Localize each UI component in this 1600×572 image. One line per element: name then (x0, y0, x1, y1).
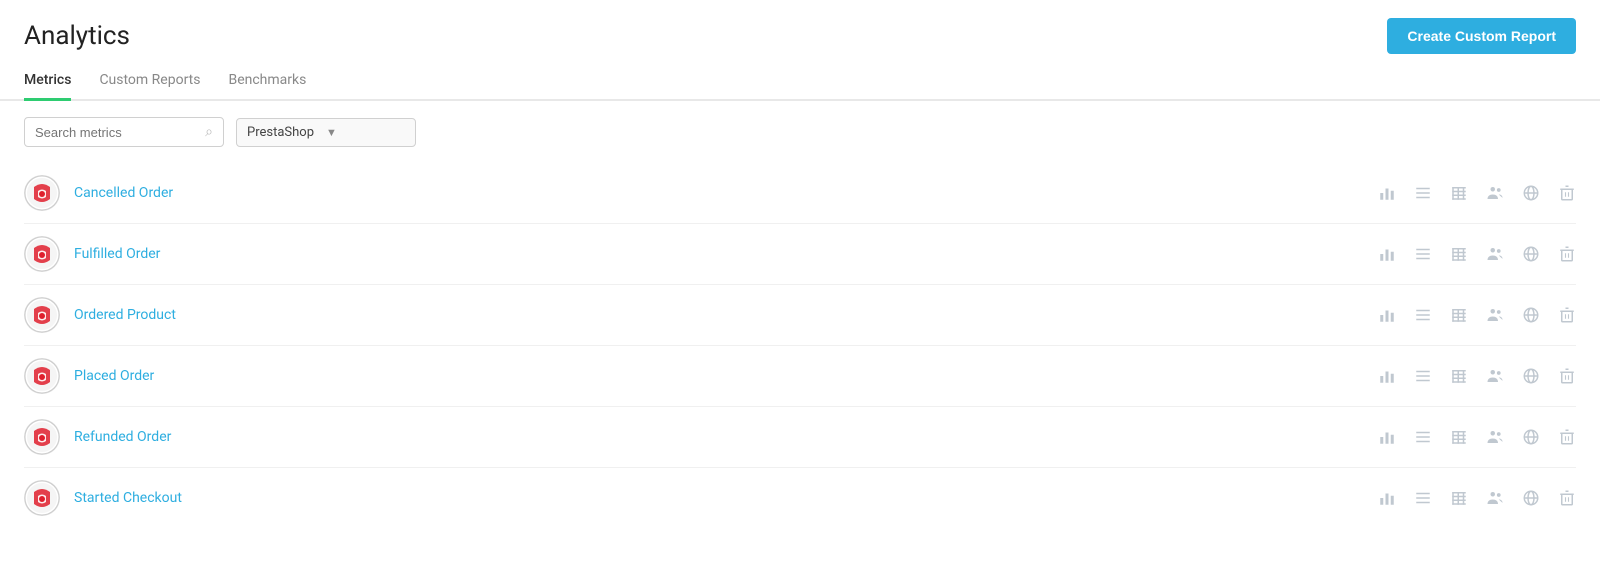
tab-custom-reports[interactable]: Custom Reports (99, 62, 200, 101)
search-input[interactable] (35, 125, 201, 140)
tab-benchmarks[interactable]: Benchmarks (228, 62, 306, 101)
table-icon[interactable] (1450, 245, 1468, 263)
tab-metrics[interactable]: Metrics (24, 62, 71, 101)
list-icon[interactable] (1414, 428, 1432, 446)
avatar (24, 419, 60, 455)
metric-actions (1378, 489, 1576, 507)
globe-icon[interactable] (1522, 184, 1540, 202)
prestashop-logo-icon (24, 297, 60, 333)
metrics-list: Cancelled Order (0, 163, 1600, 528)
page-header: Analytics Create Custom Report (0, 0, 1600, 54)
list-icon[interactable] (1414, 306, 1432, 324)
chevron-down-icon: ▼ (326, 126, 405, 139)
globe-icon[interactable] (1522, 428, 1540, 446)
metric-name[interactable]: Refunded Order (74, 429, 1378, 445)
prestashop-logo-icon (24, 480, 60, 516)
table-icon[interactable] (1450, 367, 1468, 385)
delete-icon[interactable] (1558, 184, 1576, 202)
users-icon[interactable] (1486, 489, 1504, 507)
users-icon[interactable] (1486, 367, 1504, 385)
metric-name[interactable]: Ordered Product (74, 307, 1378, 323)
table-icon[interactable] (1450, 489, 1468, 507)
bar-chart-icon[interactable] (1378, 245, 1396, 263)
page-title: Analytics (24, 21, 130, 51)
table-row: Started Checkout (24, 468, 1576, 528)
bar-chart-icon[interactable] (1378, 306, 1396, 324)
metric-actions (1378, 184, 1576, 202)
prestashop-logo-icon (24, 236, 60, 272)
delete-icon[interactable] (1558, 245, 1576, 263)
table-icon[interactable] (1450, 428, 1468, 446)
bar-chart-icon[interactable] (1378, 367, 1396, 385)
avatar (24, 297, 60, 333)
delete-icon[interactable] (1558, 428, 1576, 446)
users-icon[interactable] (1486, 306, 1504, 324)
globe-icon[interactable] (1522, 245, 1540, 263)
avatar (24, 236, 60, 272)
users-icon[interactable] (1486, 428, 1504, 446)
search-icon: ⌕ (205, 124, 213, 140)
users-icon[interactable] (1486, 184, 1504, 202)
list-icon[interactable] (1414, 184, 1432, 202)
table-row: Refunded Order (24, 407, 1576, 468)
platform-dropdown[interactable]: PrestaShop ▼ (236, 118, 416, 147)
metric-name[interactable]: Fulfilled Order (74, 246, 1378, 262)
prestashop-logo-icon (24, 358, 60, 394)
avatar (24, 480, 60, 516)
metric-name[interactable]: Started Checkout (74, 490, 1378, 506)
globe-icon[interactable] (1522, 306, 1540, 324)
avatar (24, 175, 60, 211)
table-row: Placed Order (24, 346, 1576, 407)
table-row: Fulfilled Order (24, 224, 1576, 285)
table-icon[interactable] (1450, 306, 1468, 324)
metric-actions (1378, 306, 1576, 324)
dropdown-value: PrestaShop (247, 125, 326, 140)
bar-chart-icon[interactable] (1378, 489, 1396, 507)
list-icon[interactable] (1414, 489, 1432, 507)
table-row: Cancelled Order (24, 163, 1576, 224)
bar-chart-icon[interactable] (1378, 184, 1396, 202)
table-row: Ordered Product (24, 285, 1576, 346)
metric-actions (1378, 367, 1576, 385)
globe-icon[interactable] (1522, 489, 1540, 507)
users-icon[interactable] (1486, 245, 1504, 263)
metric-name[interactable]: Cancelled Order (74, 185, 1378, 201)
prestashop-logo-icon (24, 419, 60, 455)
table-icon[interactable] (1450, 184, 1468, 202)
globe-icon[interactable] (1522, 367, 1540, 385)
prestashop-logo-icon (24, 175, 60, 211)
search-box[interactable]: ⌕ (24, 117, 224, 147)
delete-icon[interactable] (1558, 489, 1576, 507)
list-icon[interactable] (1414, 367, 1432, 385)
list-icon[interactable] (1414, 245, 1432, 263)
tab-bar: Metrics Custom Reports Benchmarks (0, 62, 1600, 101)
metric-name[interactable]: Placed Order (74, 368, 1378, 384)
toolbar: ⌕ PrestaShop ▼ (0, 101, 1600, 163)
bar-chart-icon[interactable] (1378, 428, 1396, 446)
delete-icon[interactable] (1558, 306, 1576, 324)
avatar (24, 358, 60, 394)
delete-icon[interactable] (1558, 367, 1576, 385)
metric-actions (1378, 245, 1576, 263)
create-custom-report-button[interactable]: Create Custom Report (1387, 18, 1576, 54)
metric-actions (1378, 428, 1576, 446)
